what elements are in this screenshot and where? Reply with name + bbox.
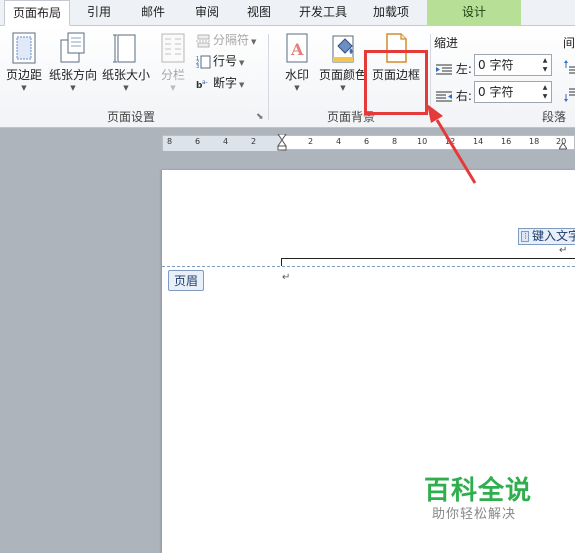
svg-text:a-: a- [202, 79, 208, 86]
breaks-label: 分隔符 [213, 33, 250, 47]
orientation-label: 纸张方向 [48, 68, 97, 82]
ruler-tick: 16 [501, 137, 512, 146]
ruler-tick: 4 [223, 137, 229, 146]
ribbon: 页边距 ▼ 纸张方向 ▼ 纸张大小 ▼ 分栏 ▼ 分隔符 ▼ 1 2 3 行号 … [0, 26, 575, 128]
tab-page-layout[interactable]: 页面布局 [4, 0, 70, 26]
indent-left-value: 0 字符 [478, 58, 514, 72]
dialog-launcher-icon[interactable]: ⬊ [256, 112, 264, 122]
svg-text:A: A [290, 40, 304, 59]
chevron-down-icon: ▼ [123, 84, 129, 92]
tab-design[interactable]: 设计 [427, 0, 521, 26]
chevron-down-icon: ▼ [340, 84, 346, 92]
indent-right-input[interactable]: 0 字符 ▲ ▼ [474, 81, 552, 103]
page-color-button[interactable]: 页面颜色 ▼ [318, 26, 368, 100]
spinner-arrows-icon[interactable]: ▲ ▼ [541, 56, 549, 74]
indent-right-label: 右: [455, 89, 472, 103]
watermark-button[interactable]: A 水印 ▼ [280, 26, 314, 100]
chevron-down-icon: ▼ [70, 84, 76, 92]
ruler-tick: 6 [195, 137, 201, 146]
paragraph-mark: ↵ [559, 245, 568, 256]
chevron-down-icon: ▼ [294, 84, 300, 92]
paper-size-icon [112, 32, 140, 64]
size-button[interactable]: 纸张大小 ▼ [101, 26, 151, 100]
chevron-down-icon: ▼ [170, 84, 176, 92]
indent-marker-icon[interactable] [277, 134, 287, 151]
tab-mailings[interactable]: 邮件 [130, 0, 176, 26]
indent-left-label-wrap: 左: [436, 60, 472, 77]
columns-icon [159, 32, 187, 64]
tab-view[interactable]: 视图 [236, 0, 282, 26]
indent-right-value: 0 字符 [478, 85, 514, 99]
columns-button[interactable]: 分栏 ▼ [156, 26, 190, 100]
hyphenation-button[interactable]: b a- 断字 ▼ [196, 73, 244, 93]
ruler-tick: 4 [336, 137, 342, 146]
margins-button[interactable]: 页边距 ▼ [4, 26, 44, 100]
hyphenation-icon: b a- [196, 77, 211, 91]
ruler-tick: 8 [167, 137, 173, 146]
indent-right-label-wrap: 右: [436, 87, 472, 104]
spinner-arrows-icon[interactable]: ▲ ▼ [541, 83, 549, 101]
ruler-tick: 14 [473, 137, 484, 146]
ruler-tick: 8 [392, 137, 398, 146]
page-setup-group-label: 页面设置 [106, 110, 155, 124]
page-borders-highlight [364, 50, 428, 115]
breaks-icon [196, 34, 211, 48]
content-control-handle-icon[interactable]: ⋮ [521, 231, 529, 242]
chevron-down-icon: ▼ [21, 84, 27, 92]
ruler-tick: 10 [417, 137, 428, 146]
tab-references[interactable]: 引用 [76, 0, 122, 26]
tab-review[interactable]: 审阅 [184, 0, 230, 26]
indent-right-icon [436, 91, 452, 103]
horizontal-ruler[interactable]: 8 6 4 2 2 4 6 8 10 12 14 16 18 20 [162, 134, 575, 151]
watermark-label: 水印 [284, 68, 309, 82]
type-text-placeholder[interactable]: ⋮ 键入文字 [518, 228, 575, 245]
orientation-button[interactable]: 纸张方向 ▼ [47, 26, 99, 100]
header-boundary [162, 266, 575, 267]
watermark-subtitle: 助你轻松解决 [432, 507, 517, 522]
ruler-tick: 6 [364, 137, 370, 146]
spacing-before-icon[interactable] [564, 60, 575, 74]
line-numbers-icon: 123 [196, 55, 211, 69]
paint-bucket-icon [329, 32, 357, 64]
ruler-tick: 2 [308, 137, 314, 146]
header-rule-tick [281, 258, 282, 266]
margins-icon [10, 32, 38, 64]
hyphenation-label: 断字 [213, 76, 238, 90]
columns-label: 分栏 [160, 68, 185, 82]
paragraph-group-label: 段落 [541, 110, 566, 124]
watermark-title: 百科全说 [424, 476, 533, 506]
indent-left-input[interactable]: 0 字符 ▲ ▼ [474, 54, 552, 76]
ribbon-tab-bar: 页面布局 引用 邮件 审阅 视图 开发工具 加载项 设计 [0, 0, 575, 26]
breaks-button[interactable]: 分隔符 ▼ [196, 30, 256, 50]
paragraph-mark: ↵ [282, 272, 291, 283]
ruler-tick: 18 [529, 137, 540, 146]
margins-label: 页边距 [5, 68, 42, 82]
tab-add-ins[interactable]: 加载项 [362, 0, 420, 26]
header-tag: 页眉 [168, 270, 205, 291]
spacing-after-icon[interactable] [564, 88, 575, 102]
line-numbers-button[interactable]: 123 行号 ▼ [196, 51, 244, 71]
indent-title: 缩进 [434, 36, 459, 50]
indent-left-icon [436, 64, 452, 76]
header-rule [281, 258, 575, 259]
group-separator [430, 34, 431, 120]
indent-left-label: 左: [455, 62, 472, 76]
line-numbers-label: 行号 [213, 54, 238, 68]
size-label: 纸张大小 [101, 68, 150, 82]
orientation-icon [59, 32, 87, 64]
ruler-tick: 2 [251, 137, 257, 146]
spacing-title: 间 [563, 36, 575, 50]
type-text-label: 键入文字 [532, 229, 575, 243]
group-separator [268, 34, 269, 120]
ruler-tick: 12 [445, 137, 456, 146]
tab-developer[interactable]: 开发工具 [290, 0, 356, 26]
watermark-icon: A [283, 32, 311, 64]
right-indent-marker-icon[interactable] [559, 143, 567, 150]
svg-text:3: 3 [196, 64, 199, 69]
page-color-label: 页面颜色 [318, 68, 367, 82]
